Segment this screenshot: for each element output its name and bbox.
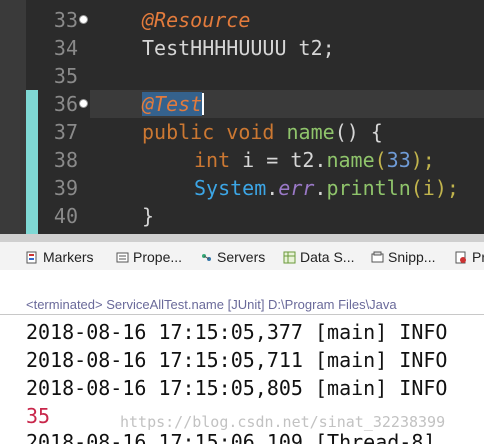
paren-token: ); <box>410 148 435 172</box>
tab-problems[interactable]: Pr <box>455 247 484 267</box>
watermark: https://blog.csdn.net/sinat_32238399 <box>120 413 446 431</box>
tab-label: Servers <box>217 249 266 265</box>
line-number: 33 <box>53 8 78 32</box>
tab-markers[interactable]: Markers <box>26 247 94 267</box>
change-indicator-bar <box>26 90 38 234</box>
code-line-34[interactable]: TestHHHHUUUU t2; <box>142 34 335 62</box>
args-token: (i); <box>410 176 459 200</box>
tab-label: Pr <box>472 249 484 265</box>
line-number: 34 <box>53 36 78 60</box>
type-token: TestHHHHUUUU <box>142 36 287 60</box>
method-token: name <box>286 120 335 144</box>
line-number: 39 <box>53 176 78 200</box>
tab-servers[interactable]: Servers <box>200 247 265 267</box>
view-tab-bar: Markers Prope... Servers Data S... Snipp… <box>0 242 484 271</box>
panel-splitter[interactable] <box>0 234 484 242</box>
annotation-token: @Resource <box>142 8 251 32</box>
text-caret <box>202 93 205 115</box>
method-token: name <box>326 148 375 172</box>
console-view[interactable]: <terminated> ServiceAllTest.name [JUnit]… <box>0 270 484 444</box>
fold-marker-icon[interactable] <box>79 99 88 108</box>
fold-marker-icon[interactable] <box>79 15 88 24</box>
class-token: System <box>194 176 267 200</box>
log-line: 2018-08-16 17:15:05,805 [main] INFO <box>26 376 448 400</box>
snippets-icon <box>371 251 384 264</box>
variable-token: t2; <box>286 36 335 60</box>
keyword-token: public <box>142 120 215 144</box>
punctuation-token: () { <box>334 120 383 144</box>
tab-label: Prope... <box>133 249 183 265</box>
properties-icon <box>116 251 129 264</box>
line-number: 38 <box>53 148 78 172</box>
console-header-divider <box>0 314 484 315</box>
servers-icon <box>200 251 213 264</box>
line-number: 36 <box>53 92 78 116</box>
field-token: err <box>278 176 315 200</box>
data-source-icon <box>283 251 296 264</box>
line-number: 35 <box>53 64 78 88</box>
code-line-33[interactable]: @Resource <box>142 6 250 34</box>
tab-data-source[interactable]: Data S... <box>283 247 354 267</box>
tab-label: Data S... <box>300 249 355 265</box>
selected-annotation-token: @Test <box>142 92 203 116</box>
markers-icon <box>26 251 39 264</box>
keyword-token: void <box>226 120 275 144</box>
method-token: println <box>326 176 411 200</box>
log-line: 2018-08-16 17:15:05,711 [main] INFO <box>26 348 448 372</box>
punctuation-token: . <box>266 176 279 200</box>
brace-token: } <box>142 204 155 228</box>
log-line: 2018-08-16 17:15:05,377 [main] INFO <box>26 320 448 344</box>
variable-token: i = t2. <box>230 148 327 172</box>
code-line-40[interactable]: } <box>142 202 154 230</box>
tab-label: Snipp... <box>388 249 436 265</box>
code-line-37[interactable]: public void name() { <box>142 118 383 146</box>
code-line-39[interactable]: System.err.println(i); <box>194 174 459 202</box>
console-header: <terminated> ServiceAllTest.name [JUnit]… <box>26 297 397 312</box>
tab-snippets[interactable]: Snipp... <box>371 247 435 267</box>
line-number: 40 <box>53 204 78 228</box>
tab-label: Markers <box>43 249 94 265</box>
code-line-38[interactable]: int i = t2.name(33); <box>194 146 435 174</box>
code-editor[interactable]: 33 34 35 36 37 38 39 40 @Resource TestHH… <box>0 0 484 234</box>
line-number: 37 <box>53 120 78 144</box>
keyword-token: int <box>194 148 231 172</box>
tab-properties[interactable]: Prope... <box>116 247 182 267</box>
paren-token: ( <box>374 148 387 172</box>
stderr-output-line: 35 <box>26 404 51 428</box>
punctuation-token: . <box>314 176 327 200</box>
code-line-36[interactable]: @Test <box>142 90 205 118</box>
problems-icon <box>455 251 468 264</box>
editor-left-margin <box>0 0 26 234</box>
number-token: 33 <box>386 148 411 172</box>
